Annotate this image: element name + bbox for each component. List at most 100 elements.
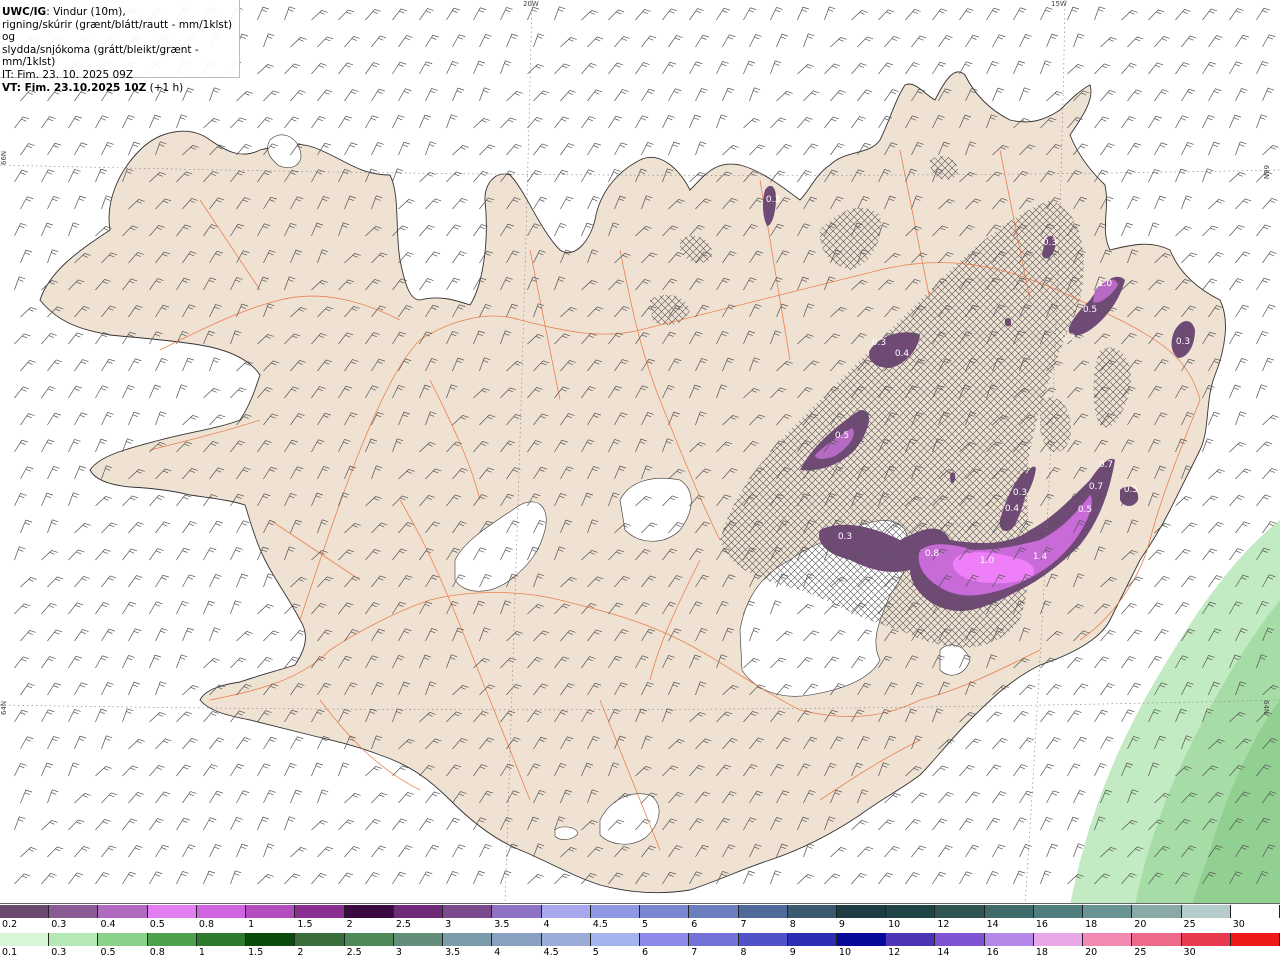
colorbar-swatch bbox=[1230, 905, 1280, 918]
colorbar-swatch bbox=[393, 905, 444, 918]
colorbar-tick-label: 0.8 bbox=[198, 919, 215, 930]
header-line-2: rigning/skúrir (grænt/blátt/rautt - mm/1… bbox=[2, 18, 233, 44]
rain-colorbar bbox=[0, 933, 1280, 946]
colorbar-swatch bbox=[246, 933, 296, 946]
header-valid-time: VT: Fim. 23.10.2025 10Z bbox=[2, 81, 147, 94]
colorbar-swatch bbox=[492, 905, 542, 918]
precip-value-label: 0.5 bbox=[1124, 485, 1138, 495]
colorbar-swatch bbox=[836, 933, 887, 946]
colorbar-swatch bbox=[147, 933, 197, 946]
snow-colorbar bbox=[0, 905, 1280, 918]
precip-value-label: 0.7 bbox=[1089, 482, 1103, 492]
colorbar-swatch bbox=[935, 933, 985, 946]
colorbar-tick-label: 5 bbox=[592, 947, 599, 958]
colorbar-swatch bbox=[1033, 905, 1084, 918]
header-line-1: UWC/IG: Vindur (10m), bbox=[2, 6, 239, 19]
colorbar-swatch bbox=[935, 905, 985, 918]
colorbar-tick-label: 7 bbox=[740, 919, 747, 930]
colorbar-swatch bbox=[689, 933, 739, 946]
colorbar-tick-label: 3 bbox=[445, 919, 452, 930]
precip-value-label: 0.5 bbox=[835, 431, 849, 441]
precip-value-label: 0.3 bbox=[1061, 333, 1075, 343]
colorbar-tick-label: 1.5 bbox=[248, 947, 264, 958]
colorbar-swatch bbox=[738, 933, 788, 946]
colorbar-swatch bbox=[1132, 905, 1182, 918]
precip-value-label: 0.4 bbox=[895, 349, 910, 359]
colorbar-tick-label: 10 bbox=[888, 919, 901, 930]
map-header: UWC/IG: Vindur (10m), rigning/skúrir (gr… bbox=[0, 0, 240, 94]
colorbar-swatch bbox=[196, 933, 247, 946]
colorbar-swatch bbox=[590, 905, 641, 918]
colorbar-tick-label: 0.5 bbox=[100, 947, 116, 958]
colorbar-tick-label: 1 bbox=[248, 919, 255, 930]
colorbar-tick-label: 4.5 bbox=[543, 947, 559, 958]
colorbar-tick-label: 4 bbox=[543, 919, 550, 930]
colorbar-tick-label: 12 bbox=[888, 947, 901, 958]
colorbar-swatch bbox=[1181, 905, 1231, 918]
colorbar-swatch bbox=[1083, 905, 1133, 918]
colorbar-swatch bbox=[246, 905, 296, 918]
rain-colorbar-ticks: 0.1 0.3 0.5 0.8 1 1.5 2 2.5 3 3.5 4 4.5 5 6 7 8 9 10 12 14 1… bbox=[0, 947, 1280, 959]
colorbar-swatch bbox=[49, 905, 99, 918]
weather-map: 0.3 0.3 0.4 0.5 1.0 0.5 0.3 0.3 0.3 0.3 0.4 0.7 0.7 0… bbox=[0, 0, 1280, 905]
colorbar-tick-label: 0.8 bbox=[149, 947, 165, 958]
precip-value-label: 0.3 bbox=[1176, 337, 1190, 347]
colorbar-tick-label: 9 bbox=[838, 919, 845, 930]
colorbar-tick-label: 0.3 bbox=[51, 919, 67, 930]
colorbar-swatch bbox=[49, 933, 99, 946]
colorbar-swatch bbox=[344, 905, 394, 918]
colorbar-tick-label: 7 bbox=[691, 947, 698, 958]
colorbar-swatch bbox=[295, 933, 345, 946]
header-title-rest: : Vindur (10m), bbox=[46, 6, 126, 18]
precip-value-label: 1.0 bbox=[980, 556, 995, 566]
colorbar-tick-label: 0.4 bbox=[100, 919, 116, 930]
colorbar-tick-label: 3.5 bbox=[445, 947, 461, 958]
colorbar-swatch bbox=[541, 905, 591, 918]
colorbar-swatch bbox=[738, 905, 788, 918]
colorbar-swatch bbox=[1033, 933, 1084, 946]
colorbar-tick-label: 0.3 bbox=[51, 947, 67, 958]
colorbar-tick-label: 8 bbox=[789, 919, 796, 930]
colorbar-tick-label: 14 bbox=[986, 919, 999, 930]
colorbar-swatch bbox=[541, 933, 591, 946]
colorbar-tick-label: 14 bbox=[937, 947, 950, 958]
colorbar-swatch bbox=[590, 933, 641, 946]
colorbar-tick-label: 18 bbox=[1035, 947, 1048, 958]
lon-label-15w: 15W bbox=[1051, 0, 1067, 8]
colorbar-tick-label: 2.5 bbox=[346, 947, 362, 958]
colorbar-swatch bbox=[295, 905, 345, 918]
colorbar-tick-label: 16 bbox=[986, 947, 999, 958]
precip-value-label: 1.4 bbox=[1033, 552, 1048, 562]
colorbar-swatch bbox=[1230, 933, 1280, 946]
colorbar-tick-label: 6 bbox=[642, 947, 649, 958]
colorbar-tick-label: 12 bbox=[937, 919, 950, 930]
colorbar-swatch bbox=[443, 933, 493, 946]
colorbar-tick-label: 16 bbox=[1035, 919, 1048, 930]
color-legend: 0.2 0.3 0.4 0.5 0.8 1 1.5 2 2.5 3 3.5 4 4.5 5 6 7 8 9 10 12… bbox=[0, 903, 1280, 961]
colorbar-tick-label: 0.1 bbox=[2, 947, 18, 958]
colorbar-swatch bbox=[443, 905, 493, 918]
colorbar-tick-label: 3 bbox=[395, 947, 402, 958]
precip-value-label: 0.4 bbox=[1005, 504, 1020, 514]
colorbar-swatch bbox=[492, 933, 542, 946]
precip-value-label: 0.5 bbox=[1078, 505, 1092, 515]
precip-value-label: 0.7 bbox=[1099, 460, 1113, 470]
colorbar-swatch bbox=[98, 933, 148, 946]
colorbar-swatch bbox=[640, 905, 690, 918]
colorbar-swatch bbox=[147, 905, 197, 918]
snow-colorbar-ticks: 0.2 0.3 0.4 0.5 0.8 1 1.5 2 2.5 3 3.5 4 4.5 5 6 7 8 9 10 12… bbox=[0, 919, 1280, 931]
lat-label-64n-right: 64N bbox=[1262, 700, 1270, 715]
colorbar-swatch bbox=[393, 933, 444, 946]
colorbar-tick-label: 2 bbox=[297, 947, 304, 958]
colorbar-swatch bbox=[98, 905, 148, 918]
colorbar-tick-label: 9 bbox=[789, 947, 796, 958]
colorbar-tick-label: 5 bbox=[642, 919, 649, 930]
precip-value-label: 0.3 bbox=[1013, 488, 1027, 498]
lat-label-64n-left: 64N bbox=[0, 700, 8, 715]
colorbar-tick-label: 1 bbox=[198, 947, 205, 958]
lon-label-20w: 20W bbox=[523, 0, 539, 8]
colorbar-swatch bbox=[689, 905, 739, 918]
precip-value-label: 0.8 bbox=[925, 549, 940, 559]
colorbar-tick-label: 4.5 bbox=[592, 919, 608, 930]
precip-value-label: 0.5 bbox=[1083, 305, 1097, 315]
